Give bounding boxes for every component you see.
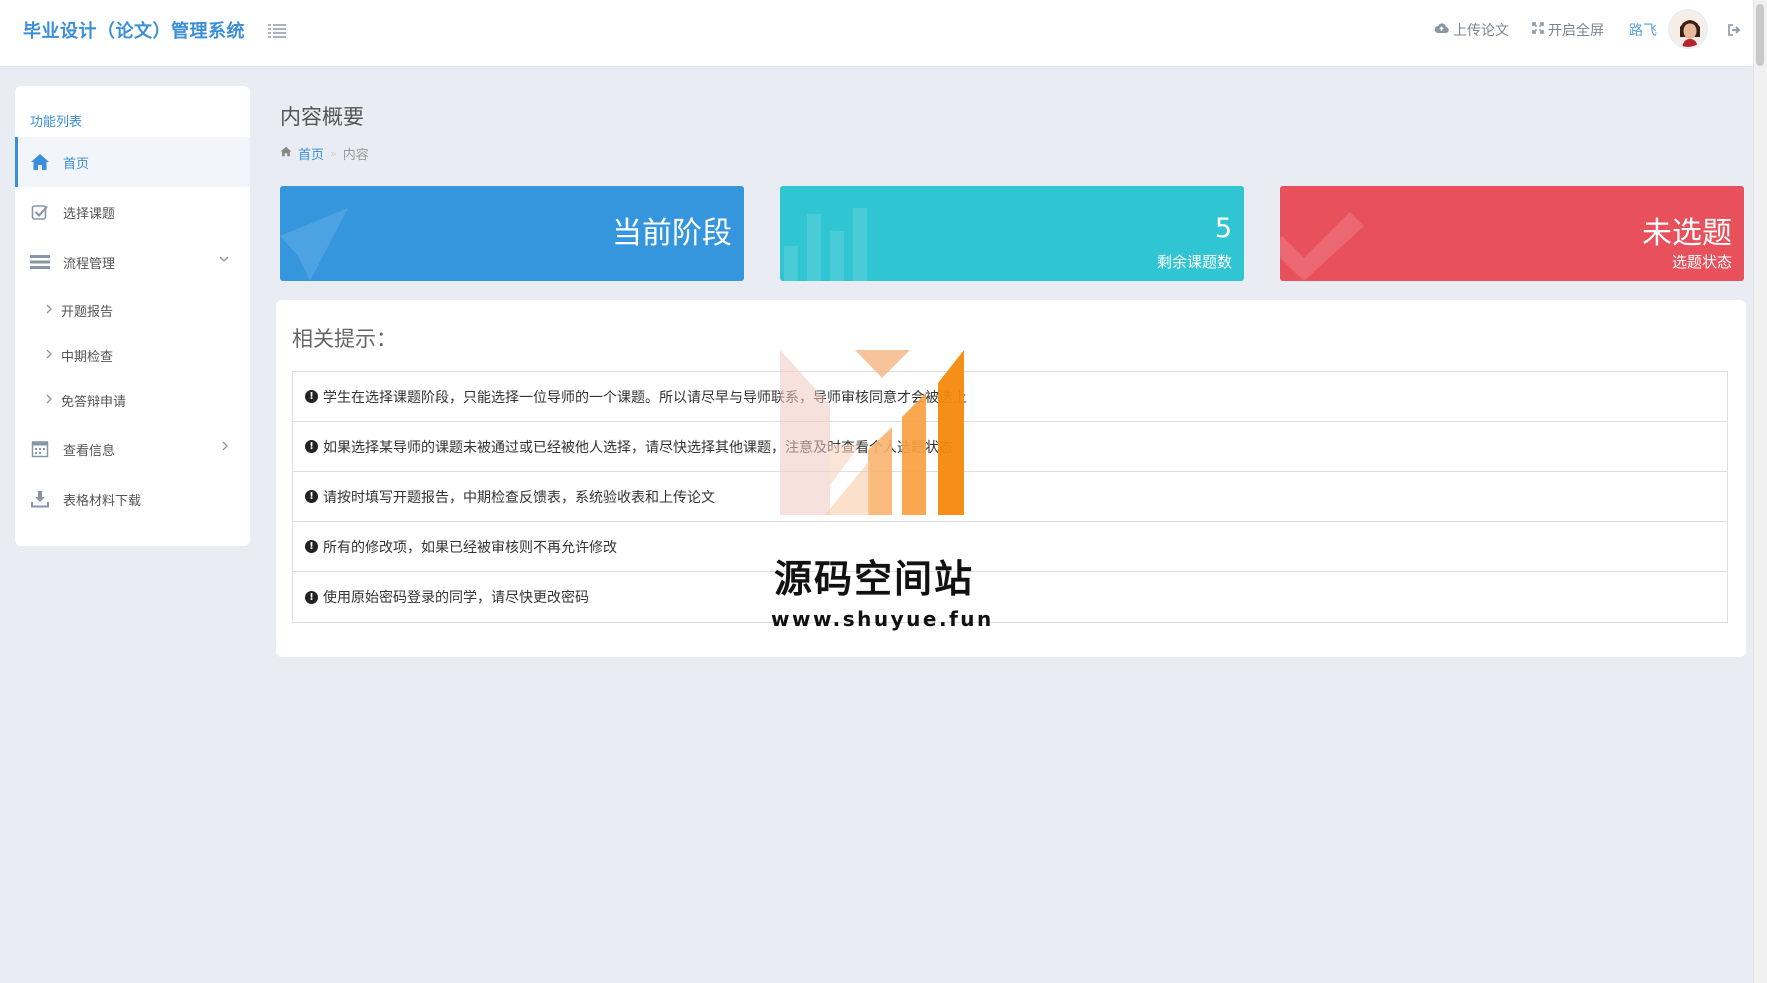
avatar[interactable] [1668, 9, 1708, 49]
checkbox-icon [29, 202, 51, 222]
list-item: ! 使用原始密码登录的同学，请尽快更改密码 [293, 572, 1727, 622]
cloud-upload-icon [1434, 22, 1449, 38]
expand-icon [1532, 22, 1544, 38]
sidebar: 功能列表 首页 选择课题 流程管理 开题报告 中期检查 免答辩申请 查看信息 表… [15, 86, 250, 546]
vertical-scrollbar[interactable] [1753, 0, 1767, 983]
list-icon [29, 252, 51, 272]
exclamation-icon: ! [305, 590, 318, 604]
sidebar-title: 功能列表 [30, 115, 83, 130]
exclamation-icon: ! [305, 440, 318, 453]
exclamation-icon: ! [305, 490, 318, 503]
watermark-title: 源码空间站 [774, 557, 975, 601]
upload-thesis-button[interactable]: 上传论文 [1434, 20, 1509, 40]
home-icon [29, 152, 51, 172]
chevron-right-icon [45, 393, 53, 408]
remaining-topics-label: 剩余课题数 [1156, 253, 1232, 271]
check-icon [1280, 212, 1364, 281]
sidebar-item-home[interactable]: 首页 [15, 137, 250, 187]
sidebar-item-downloads[interactable]: 表格材料下载 [15, 474, 250, 524]
current-stage-card: 当前阶段 [280, 186, 744, 281]
chevron-down-icon [218, 253, 230, 268]
user-name[interactable]: 路飞 [1629, 20, 1657, 40]
sidebar-item-process[interactable]: 流程管理 [15, 237, 250, 287]
sidebar-item-select-topic[interactable]: 选择课题 [15, 187, 250, 237]
home-icon [280, 146, 292, 161]
selection-status-label: 选题状态 [1671, 253, 1732, 271]
top-bar: 毕业设计（论文）管理系统 上传论文 开启全屏 路飞 [0, 0, 1767, 67]
selection-status-card: 未选题 选题状态 [1280, 186, 1744, 281]
exclamation-icon: ! [305, 540, 318, 553]
breadcrumb: 首页 » 内容 [280, 144, 369, 163]
remaining-topics-card: 5 剩余课题数 [780, 186, 1244, 281]
sidebar-subitem-midterm[interactable]: 中期检查 [15, 335, 250, 375]
logout-icon[interactable] [1727, 22, 1741, 41]
breadcrumb-separator: » [330, 147, 337, 160]
sidebar-subitem-exemption[interactable]: 免答辩申请 [15, 380, 250, 420]
chevron-right-icon [45, 303, 53, 318]
app-title[interactable]: 毕业设计（论文）管理系统 [23, 17, 245, 43]
tips-table: ! 学生在选择课题阶段，只能选择一位导师的一个课题。所以请尽早与导师联系，导师审… [292, 371, 1728, 623]
paper-plane-icon [280, 208, 348, 281]
remaining-topics-value: 5 [1214, 213, 1232, 244]
list-item: ! 所有的修改项，如果已经被审核则不再允许修改 [293, 522, 1727, 572]
bar-chart-icon [784, 208, 867, 281]
menu-toggle-icon[interactable] [266, 20, 288, 42]
fullscreen-button[interactable]: 开启全屏 [1532, 20, 1604, 40]
current-stage-value: 当前阶段 [612, 216, 732, 251]
tips-panel: 相关提示： ! 学生在选择课题阶段，只能选择一位导师的一个课题。所以请尽早与导师… [276, 300, 1746, 657]
breadcrumb-home-link[interactable]: 首页 [298, 144, 324, 163]
sidebar-item-view-info[interactable]: 查看信息 [15, 424, 250, 474]
list-item: ! 如果选择某导师的课题未被通过或已经被他人选择，请尽快选择其他课题，注意及时查… [293, 422, 1727, 472]
chevron-right-icon [45, 348, 53, 363]
breadcrumb-current: 内容 [342, 148, 369, 163]
exclamation-icon: ! [305, 390, 318, 403]
chevron-right-icon [220, 440, 230, 456]
page-title: 内容概要 [280, 105, 364, 129]
tips-heading: 相关提示： [292, 327, 397, 351]
sidebar-subitem-proposal[interactable]: 开题报告 [15, 290, 250, 330]
scrollbar-thumb[interactable] [1756, 4, 1764, 66]
watermark-url: www.shuyue.fun [771, 607, 994, 631]
list-item: ! 请按时填写开题报告，中期检查反馈表，系统验收表和上传论文 [293, 472, 1727, 522]
selection-status-value: 未选题 [1642, 216, 1732, 251]
download-icon [29, 489, 51, 509]
list-item: ! 学生在选择课题阶段，只能选择一位导师的一个课题。所以请尽早与导师联系，导师审… [293, 372, 1727, 422]
calendar-icon [29, 439, 51, 459]
